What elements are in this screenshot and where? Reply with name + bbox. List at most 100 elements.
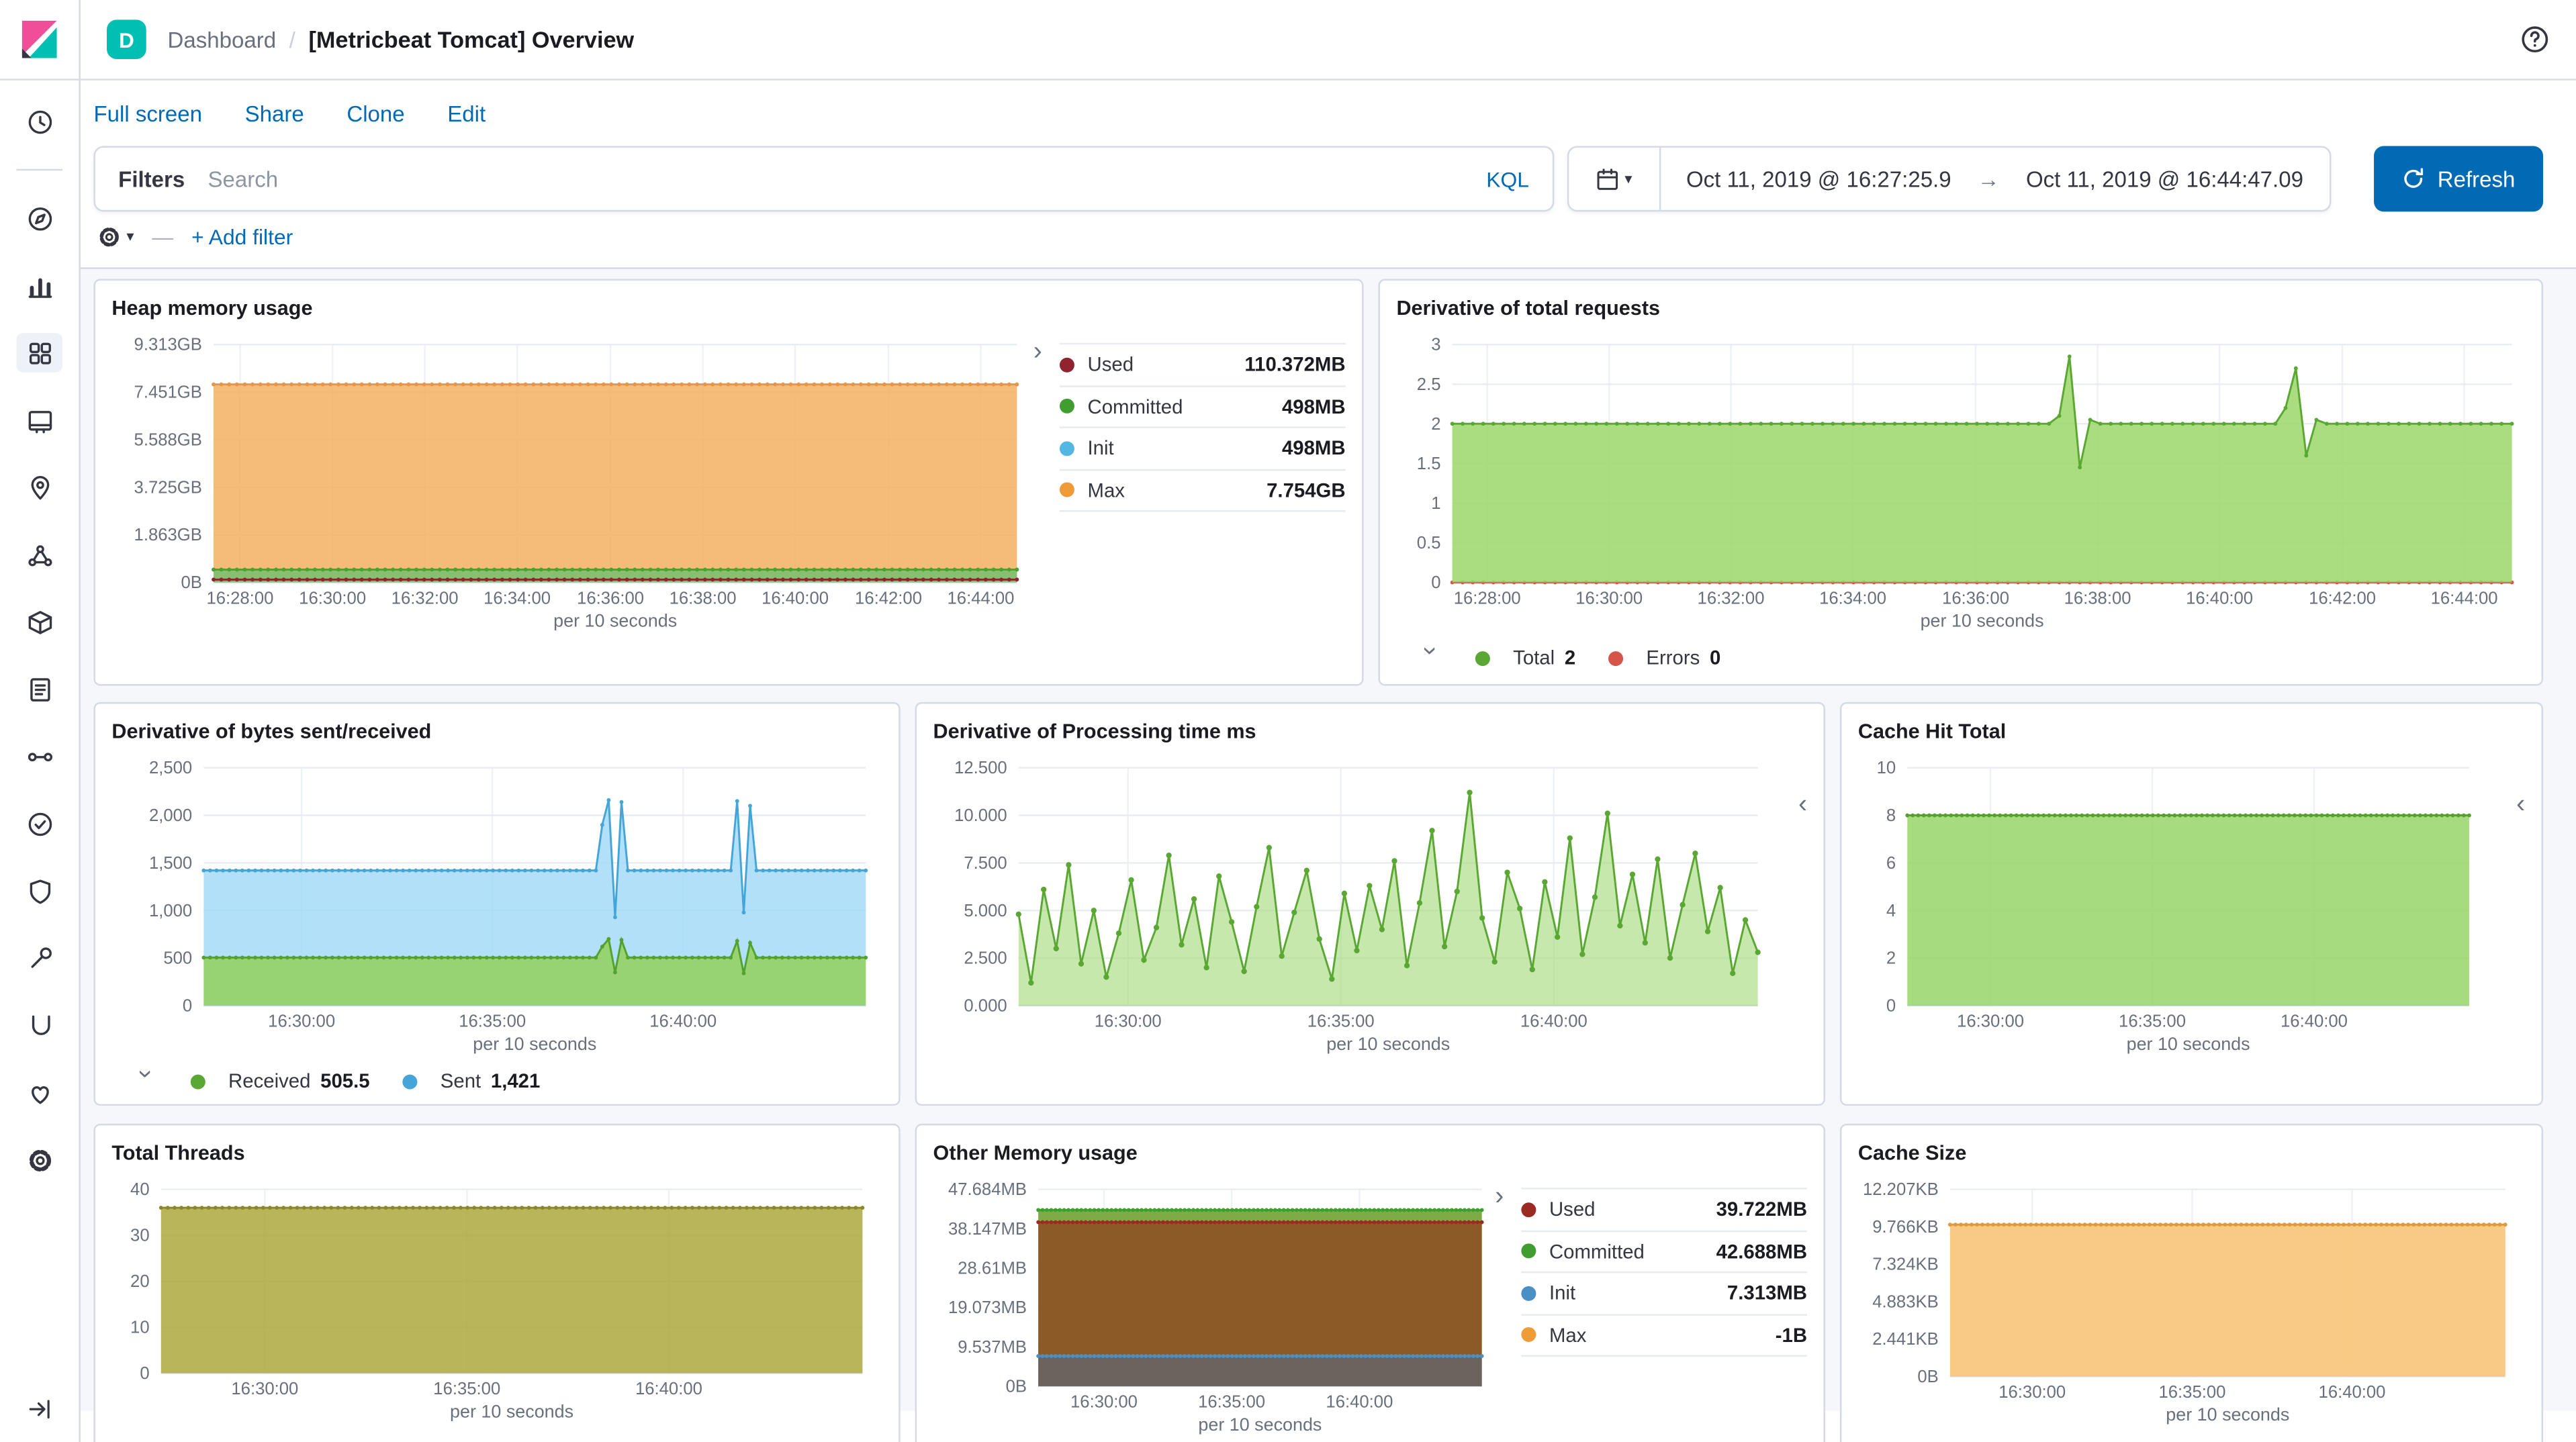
sidebar-item-dashboard[interactable] bbox=[16, 333, 62, 373]
svg-text:16:30:00: 16:30:00 bbox=[1070, 1393, 1138, 1412]
other-memory-chart[interactable]: 47.684MB38.147MB28.61MB19.073MB9.537MB0B… bbox=[933, 1181, 1492, 1414]
kql-button[interactable]: KQL bbox=[1463, 166, 1552, 191]
svg-text:16:30:00: 16:30:00 bbox=[1575, 589, 1643, 608]
legend-item[interactable]: Errors0 bbox=[1608, 646, 1720, 669]
svg-text:16:35:00: 16:35:00 bbox=[459, 1012, 526, 1031]
svg-text:16:28:00: 16:28:00 bbox=[206, 589, 273, 608]
legend-dot bbox=[1475, 651, 1490, 665]
kibana-logo[interactable] bbox=[0, 0, 79, 81]
svg-text:1: 1 bbox=[1431, 494, 1440, 513]
help-icon[interactable] bbox=[2520, 25, 2550, 54]
legend-item[interactable]: Init7.313MB bbox=[1521, 1273, 1807, 1314]
legend-item[interactable]: Used39.722MB bbox=[1521, 1190, 1807, 1231]
legend-collapse-icon[interactable]: ‹ bbox=[1798, 792, 1807, 818]
total-requests-chart[interactable]: 32.521.510.5016:28:0016:30:0016:32:0016:… bbox=[1396, 336, 2525, 610]
svg-text:16:32:00: 16:32:00 bbox=[1698, 589, 1765, 608]
svg-text:2: 2 bbox=[1886, 949, 1896, 968]
sidebar-item-dev-tools[interactable] bbox=[16, 939, 62, 978]
legend-item[interactable]: Init498MB bbox=[1060, 428, 1346, 470]
sidebar-item-infrastructure[interactable] bbox=[16, 602, 62, 642]
add-filter-link[interactable]: + Add filter bbox=[191, 225, 293, 250]
sidebar-item-apm[interactable] bbox=[16, 736, 62, 776]
svg-text:16:40:00: 16:40:00 bbox=[2281, 1012, 2348, 1031]
legend-collapse-icon[interactable]: › bbox=[132, 1069, 158, 1096]
legend-item[interactable]: Max7.754GB bbox=[1060, 470, 1346, 512]
search-input[interactable] bbox=[208, 148, 1464, 210]
panel-title[interactable]: Heap memory usage bbox=[111, 297, 1345, 320]
total-threads-chart[interactable]: 40302010016:30:0016:35:0016:40:00 bbox=[111, 1181, 882, 1400]
svg-text:1,500: 1,500 bbox=[149, 854, 192, 873]
svg-text:16:38:00: 16:38:00 bbox=[670, 589, 737, 608]
dashboard-menu: Full screen Share Clone Edit bbox=[81, 81, 2576, 143]
refresh-button[interactable]: Refresh bbox=[2373, 146, 2543, 211]
panel-title[interactable]: Other Memory usage bbox=[933, 1142, 1807, 1165]
svg-text:16:35:00: 16:35:00 bbox=[433, 1380, 500, 1398]
legend-label: Sent bbox=[441, 1069, 481, 1092]
legend-dot bbox=[191, 1073, 205, 1088]
panel-title[interactable]: Derivative of bytes sent/received bbox=[111, 720, 882, 743]
space-badge[interactable]: D bbox=[107, 19, 146, 59]
sidebar-item-machine-learning[interactable] bbox=[16, 535, 62, 575]
menu-item-full-screen[interactable]: Full screen bbox=[93, 102, 202, 127]
sidebar-item-recently-viewed[interactable] bbox=[16, 102, 62, 142]
processing-time-chart[interactable]: 12.50010.0007.5005.0002.5000.00016:30:00… bbox=[933, 759, 1807, 1033]
date-to[interactable]: Oct 11, 2019 @ 16:44:47.09 bbox=[2026, 166, 2303, 191]
heap-memory-chart[interactable]: 9.313GB7.451GB5.588GB3.725GB1.863GB0B16:… bbox=[111, 336, 1030, 610]
sidebar-item-stack-monitoring[interactable] bbox=[16, 1073, 62, 1112]
svg-text:16:34:00: 16:34:00 bbox=[1819, 589, 1886, 608]
sidebar-item-uptime[interactable] bbox=[16, 804, 62, 843]
menu-item-share[interactable]: Share bbox=[245, 102, 304, 127]
chevron-down-icon: ▾ bbox=[1624, 170, 1632, 188]
legend-collapse-icon[interactable]: › bbox=[1416, 646, 1442, 673]
menu-item-edit[interactable]: Edit bbox=[447, 102, 486, 127]
svg-text:16:40:00: 16:40:00 bbox=[635, 1380, 702, 1398]
sidebar-item-visualize[interactable] bbox=[16, 266, 62, 305]
svg-text:12.500: 12.500 bbox=[954, 759, 1007, 777]
sidebar-item-canvas[interactable] bbox=[16, 400, 62, 440]
sidebar-item-management[interactable] bbox=[16, 1140, 62, 1180]
legend-collapse-icon[interactable]: › bbox=[1033, 340, 1060, 632]
legend-dot bbox=[1521, 1202, 1536, 1217]
menu-item-clone[interactable]: Clone bbox=[347, 102, 404, 127]
cache-hit-chart[interactable]: 108642016:30:0016:35:0016:40:00 bbox=[1858, 759, 2525, 1033]
svg-text:10: 10 bbox=[130, 1318, 150, 1337]
bytes-sent-received-chart[interactable]: 2,5002,0001,5001,000500016:30:0016:35:00… bbox=[111, 759, 882, 1033]
cache-size-chart[interactable]: 12.207KB9.766KB7.324KB4.883KB2.441KB0B16… bbox=[1858, 1181, 2525, 1404]
filter-options-button[interactable]: ▾ bbox=[97, 225, 134, 250]
search-box: Filters KQL bbox=[93, 146, 1553, 211]
panel-title[interactable]: Derivative of Processing time ms bbox=[933, 720, 1807, 743]
legend-item[interactable]: Committed42.688MB bbox=[1521, 1231, 1807, 1273]
legend-collapse-icon[interactable]: ‹ bbox=[2516, 792, 2525, 818]
legend-item[interactable]: Total2 bbox=[1475, 646, 1575, 669]
panel-title[interactable]: Total Threads bbox=[111, 1142, 882, 1165]
svg-text:5.000: 5.000 bbox=[964, 902, 1007, 920]
svg-text:47.684MB: 47.684MB bbox=[948, 1181, 1027, 1199]
sidebar-item-logs[interactable] bbox=[16, 669, 62, 709]
panel-title[interactable]: Cache Hit Total bbox=[1858, 720, 2525, 743]
legend-collapse-icon[interactable]: › bbox=[1495, 1184, 1521, 1435]
svg-text:8: 8 bbox=[1886, 806, 1896, 825]
panel-title[interactable]: Cache Size bbox=[1858, 1142, 2525, 1165]
legend-item[interactable]: Used110.372MB bbox=[1060, 344, 1346, 386]
sidebar-item-siem[interactable] bbox=[16, 871, 62, 911]
panel-title[interactable]: Derivative of total requests bbox=[1396, 297, 2525, 320]
bar-chart-icon bbox=[26, 271, 54, 299]
legend-item[interactable]: Max-1B bbox=[1521, 1315, 1807, 1357]
breadcrumb-dashboard[interactable]: Dashboard bbox=[168, 27, 277, 52]
filter-row: ▾ — + Add filter bbox=[81, 211, 2576, 267]
legend-item[interactable]: Received505.5 bbox=[191, 1069, 370, 1092]
top-header: D Dashboard / [Metricbeat Tomcat] Overvi… bbox=[81, 0, 2576, 81]
calendar-button[interactable]: ▾ bbox=[1569, 148, 1661, 210]
svg-text:19.073MB: 19.073MB bbox=[948, 1298, 1027, 1317]
date-from[interactable]: Oct 11, 2019 @ 16:27:25.9 bbox=[1686, 166, 1951, 191]
legend-label: Committed bbox=[1088, 395, 1183, 418]
collapse-sidebar-icon[interactable] bbox=[26, 1396, 52, 1427]
legend-item[interactable]: Sent1,421 bbox=[403, 1069, 541, 1092]
legend-item[interactable]: Committed 498MB bbox=[1060, 386, 1346, 428]
filters-button[interactable]: Filters bbox=[95, 148, 208, 210]
sidebar-item-maps[interactable] bbox=[16, 467, 62, 507]
legend-value: 498MB bbox=[1282, 395, 1346, 418]
sidebar-item-logstash[interactable] bbox=[16, 1006, 62, 1045]
sidebar-item-discover[interactable] bbox=[16, 199, 62, 238]
heart-pulse-icon bbox=[26, 1079, 54, 1107]
